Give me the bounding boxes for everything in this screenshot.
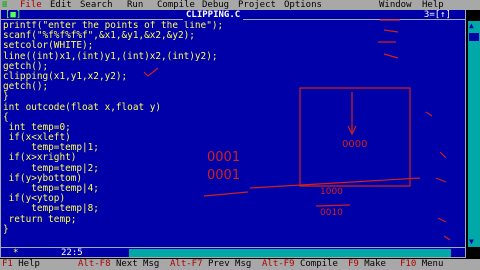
menu-project[interactable]: Project bbox=[238, 0, 276, 10]
modified-indicator: * bbox=[13, 248, 19, 258]
fkey-compile[interactable]: Alt-F9 Compile bbox=[262, 259, 338, 270]
fkey-make[interactable]: F9 Make bbox=[348, 259, 386, 270]
editor-filename: CLIPPING.C bbox=[183, 10, 244, 20]
code-line[interactable]: } bbox=[3, 92, 451, 102]
menu-file[interactable]: File bbox=[20, 0, 42, 10]
scroll-down-arrow-icon[interactable]: ▼ bbox=[469, 238, 474, 246]
horizontal-scroll-thumb[interactable] bbox=[121, 249, 129, 257]
menu-options[interactable]: Options bbox=[284, 0, 322, 10]
editor-status-line: * 22:5 bbox=[1, 247, 465, 258]
function-key-bar: F1 Help Alt-F8 Next Msg Alt-F7 Prev Msg … bbox=[0, 259, 480, 270]
fkey-menu[interactable]: F10 Menu bbox=[400, 259, 443, 270]
menu-search[interactable]: Search bbox=[80, 0, 113, 10]
menu-window[interactable]: Window bbox=[379, 0, 412, 10]
cursor-position: 22:5 bbox=[61, 248, 83, 258]
fkey-next-msg[interactable]: Alt-F8 Next Msg bbox=[78, 259, 159, 270]
vertical-scrollbar[interactable]: ▲ ▼ bbox=[468, 21, 480, 247]
close-box-icon[interactable]: [■] bbox=[5, 10, 21, 20]
code-area[interactable]: printf("enter the points of the line"); s… bbox=[3, 21, 451, 246]
code-line[interactable]: } bbox=[3, 224, 451, 235]
code-line[interactable]: temp=temp|4; bbox=[3, 183, 451, 194]
window-number[interactable]: 3=[↑] bbox=[424, 10, 451, 20]
code-line[interactable]: getch(); bbox=[3, 81, 451, 92]
code-line[interactable]: return temp; bbox=[3, 214, 451, 225]
fkey-prev-msg[interactable]: Alt-F7 Prev Msg bbox=[170, 259, 251, 270]
scroll-up-arrow-icon[interactable]: ▲ bbox=[469, 22, 474, 30]
horizontal-scrollbar[interactable] bbox=[121, 249, 451, 257]
menu-debug[interactable]: Debug bbox=[202, 0, 229, 10]
code-line[interactable]: clipping(x1,y1,x2,y2); bbox=[3, 71, 451, 82]
editor-window[interactable]: [■] CLIPPING.C 3=[↑] printf("enter the p… bbox=[0, 10, 466, 258]
code-line[interactable]: int outcode(float x,float y) bbox=[3, 102, 451, 113]
system-menu-icon[interactable]: ≡ bbox=[2, 0, 7, 10]
code-line[interactable]: line((int)x1,(int)y1,(int)x2,(int)y2); bbox=[3, 51, 451, 62]
menu-run[interactable]: Run bbox=[127, 0, 143, 10]
menu-compile[interactable]: Compile bbox=[157, 0, 195, 10]
menu-edit[interactable]: Edit bbox=[50, 0, 72, 10]
menu-help[interactable]: Help bbox=[422, 0, 444, 10]
menu-bar: ≡ File Edit Search Run Compile Debug Pro… bbox=[0, 0, 480, 10]
vertical-scroll-thumb[interactable] bbox=[469, 33, 479, 41]
editor-title-bar: [■] CLIPPING.C 3=[↑] bbox=[1, 10, 465, 20]
fkey-help[interactable]: F1 Help bbox=[2, 259, 40, 270]
